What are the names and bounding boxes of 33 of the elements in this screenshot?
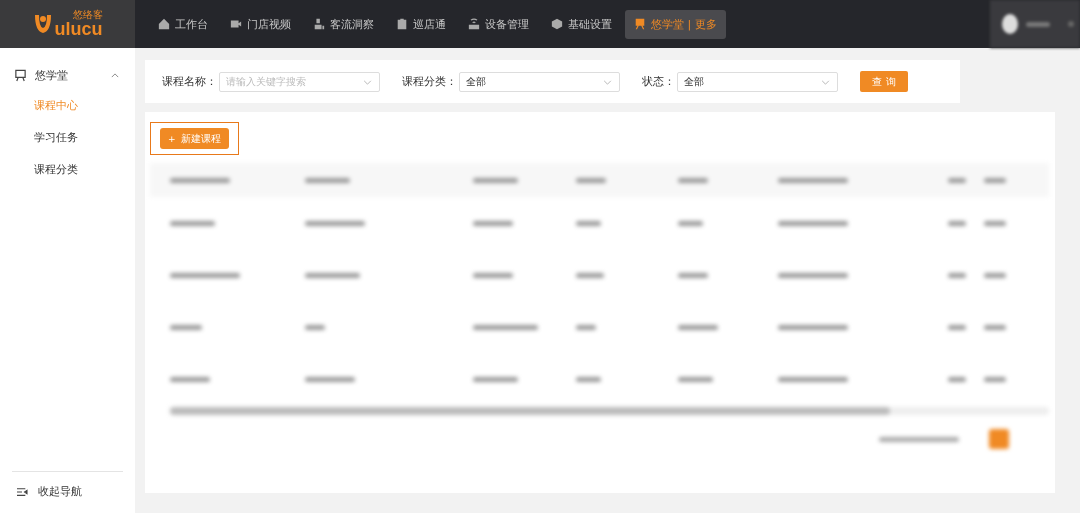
nav-tab[interactable]: 基础设置 (542, 9, 621, 39)
select-field[interactable]: 全部 (677, 71, 838, 92)
sidebar-item[interactable]: 学习任务 (0, 122, 135, 154)
search-field[interactable]: 请输入关键字搜索 (219, 71, 380, 92)
dropdown-icon (363, 79, 372, 85)
logo-icon (32, 13, 53, 35)
board-icon (634, 18, 646, 30)
nav-tab[interactable]: 客流洞察 (304, 9, 383, 39)
clipboard-icon (396, 18, 408, 30)
logo-wordmark: ulucu (54, 20, 103, 38)
filter-label: 课程名称： (162, 74, 217, 89)
nav-tab[interactable]: 门店视频 (221, 9, 300, 39)
filter-label: 课程分类： (402, 74, 457, 89)
signal-icon (468, 18, 480, 30)
filter-label: 状态： (642, 74, 675, 89)
hexagon-icon (551, 18, 563, 30)
home-icon (158, 18, 170, 30)
nav-tab[interactable]: 设备管理 (459, 9, 538, 39)
sidebar-item[interactable]: 课程分类 (0, 154, 135, 186)
collapse-nav-button[interactable]: 收起导航 (12, 471, 123, 513)
video-camera-icon (230, 18, 242, 30)
collapse-icon (16, 486, 28, 497)
nav-tab[interactable]: 巡店通 (387, 9, 455, 39)
board-icon (14, 68, 27, 82)
dropdown-icon (821, 79, 830, 85)
chevron-icon (111, 72, 119, 78)
dropdown-icon (603, 79, 612, 85)
nav-tab[interactable]: 悠学堂 | 更多 (625, 9, 726, 39)
person-icon (313, 18, 325, 30)
nav-tab[interactable]: 工作台 (149, 9, 217, 39)
logo-subtitle: 悠络客 (72, 10, 103, 20)
sidebar-group[interactable]: 悠学堂 (0, 60, 135, 90)
select-field[interactable]: 全部 (459, 71, 620, 92)
